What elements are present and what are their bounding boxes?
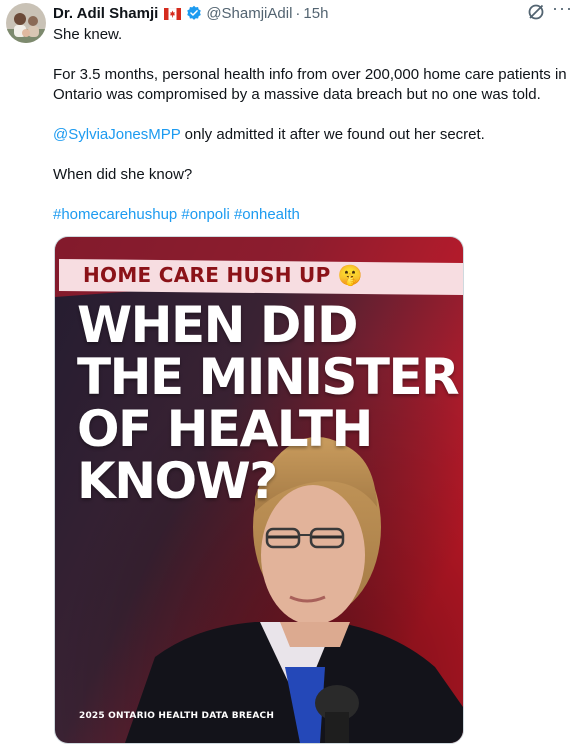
tweet-paragraph: For 3.5 months, personal health info fro… — [53, 66, 567, 103]
separator-dot: · — [295, 4, 301, 22]
more-icon[interactable]: ··· — [552, 0, 574, 21]
author-name[interactable]: Dr. Adil Shamji — [53, 5, 158, 22]
image-caption: 2025 ONTARIO HEALTH DATA BREACH — [79, 711, 275, 721]
tweet-paragraph-rest: only admitted it after we found out her … — [180, 126, 485, 143]
tweet-paragraph: @SylviaJonesMPP only admitted it after w… — [53, 125, 573, 145]
avatar[interactable] — [6, 3, 46, 43]
tweet-paragraph: When did she know? — [53, 166, 193, 183]
grok-icon[interactable] — [527, 3, 545, 21]
tweet-header: Dr. Adil Shamji @ShamjiAdil · 15h — [53, 3, 587, 23]
tweet-image[interactable]: HOME CARE HUSH UP 🤫 WHEN DID THE MINISTE… — [54, 236, 464, 744]
tweet-paragraph: She knew. — [53, 26, 123, 43]
hashtag-links[interactable]: #homecarehushup #onpoli #onhealth — [53, 205, 573, 225]
image-headline: WHEN DID THE MINISTER OF HEALTH KNOW? — [77, 296, 460, 510]
verified-badge-icon[interactable] — [186, 5, 202, 21]
mention-link[interactable]: @SylviaJonesMPP — [53, 126, 181, 143]
timestamp[interactable]: 15h — [303, 5, 328, 22]
tweet-text: She knew. For 3.5 months, personal healt… — [53, 25, 573, 245]
author-handle[interactable]: @ShamjiAdil — [206, 5, 292, 22]
image-banner-text: HOME CARE HUSH UP 🤫 — [83, 263, 363, 287]
canada-flag-icon — [164, 7, 182, 21]
